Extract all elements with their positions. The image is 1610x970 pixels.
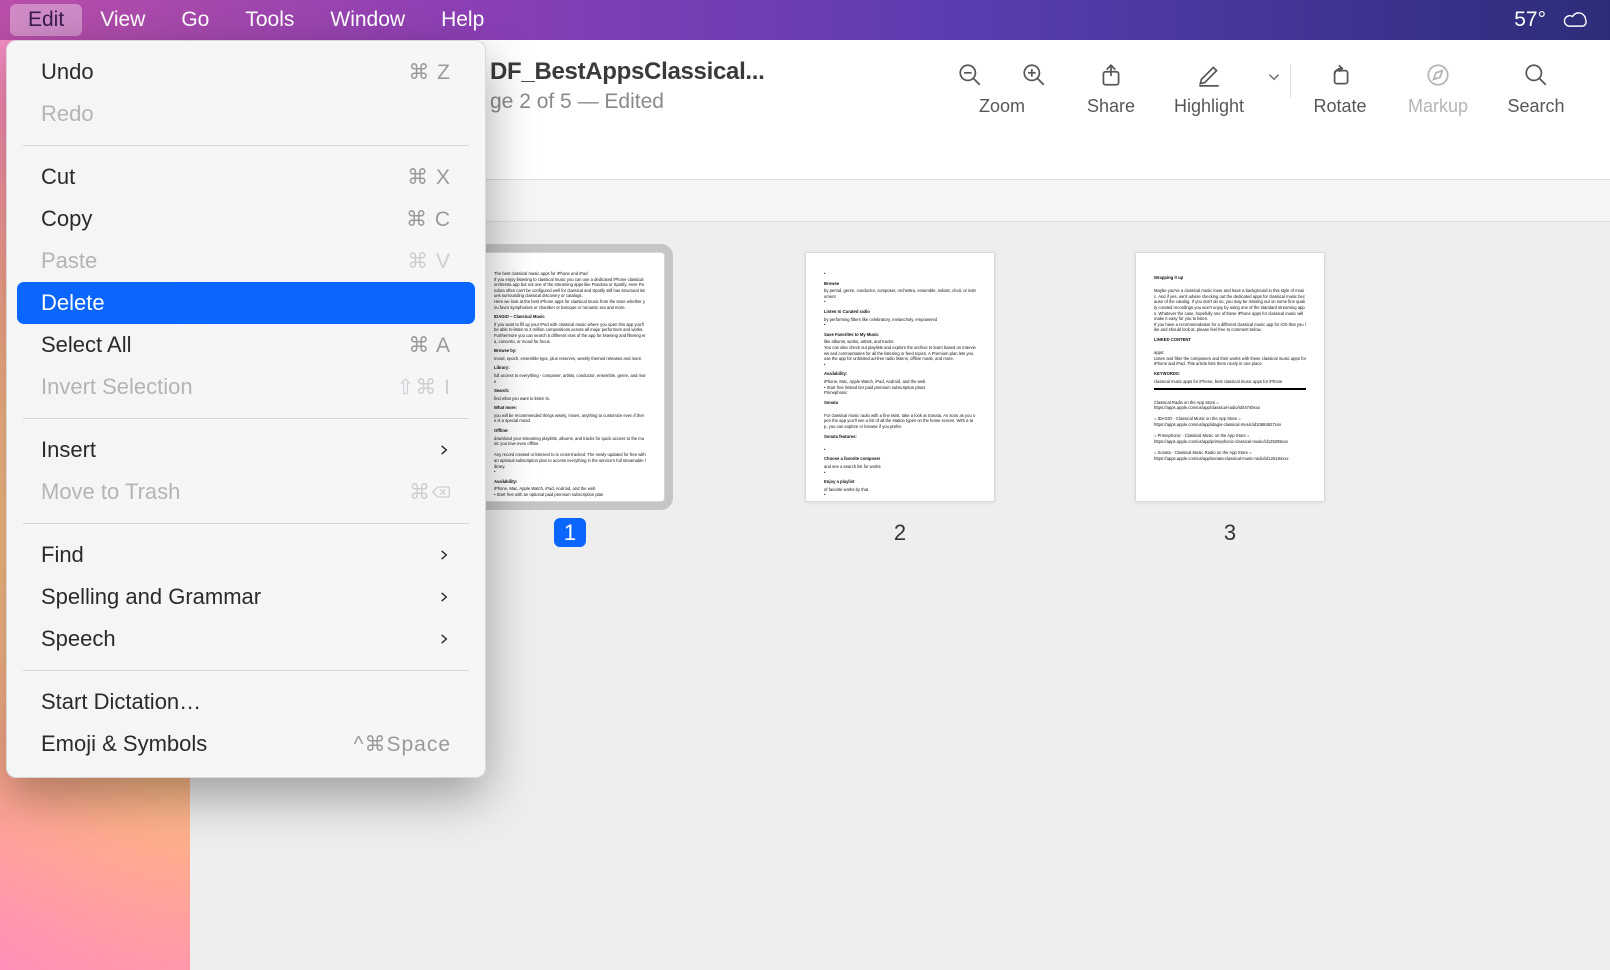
window-title: DF_BestAppsClassical... xyxy=(490,58,765,86)
menu-item-shortcut: ⌘ V xyxy=(407,249,451,274)
menu-item-label: Move to Trash xyxy=(41,479,180,505)
menu-edit[interactable]: Edit xyxy=(10,4,82,36)
menu-item-label: Start Dictation… xyxy=(41,689,201,715)
menu-item-invert-selection: Invert Selection ⇧⌘ I xyxy=(17,366,475,408)
menu-item-shortcut: ⌘ xyxy=(409,480,451,505)
menu-item-label: Copy xyxy=(41,206,92,232)
menu-go[interactable]: Go xyxy=(163,4,227,36)
menu-item-label: Emoji & Symbols xyxy=(41,731,207,757)
menu-item-move-to-trash: Move to Trash ⌘ xyxy=(17,471,475,513)
submenu-arrow-icon xyxy=(437,590,451,604)
page-thumb-2-wrap: • Browse by period, genre, conductor, co… xyxy=(805,252,995,546)
rotate-label: Rotate xyxy=(1313,96,1366,117)
menu-item-delete[interactable]: Delete xyxy=(17,282,475,324)
search-button[interactable]: Search xyxy=(1487,60,1585,117)
menu-item-paste: Paste ⌘ V xyxy=(17,240,475,282)
page-thumb-1-wrap: The best classical music apps for iPhone… xyxy=(475,252,665,546)
page-thumb-3-preview: Wrapping it up Maybe you've a classical … xyxy=(1154,271,1306,483)
toolbar: Zoom Share Highlight Rotate xyxy=(942,60,1585,117)
menu-item-label: Paste xyxy=(41,248,97,274)
page-thumb-1[interactable]: The best classical music apps for iPhone… xyxy=(475,252,665,502)
menu-tools[interactable]: Tools xyxy=(227,4,312,36)
menu-view[interactable]: View xyxy=(82,4,163,36)
menu-help[interactable]: Help xyxy=(423,4,502,36)
page-thumb-2[interactable]: • Browse by period, genre, conductor, co… xyxy=(805,252,995,502)
window-subtitle: ge 2 of 5 — Edited xyxy=(490,90,765,114)
menu-item-shortcut: ^⌘Space xyxy=(354,732,451,757)
share-button[interactable]: Share xyxy=(1062,60,1160,117)
menu-item-label: Insert xyxy=(41,437,96,463)
menu-item-label: Undo xyxy=(41,59,94,85)
title-block: DF_BestAppsClassical... ge 2 of 5 — Edit… xyxy=(490,58,765,114)
submenu-arrow-icon xyxy=(437,632,451,646)
menu-window[interactable]: Window xyxy=(312,4,423,36)
menu-item-label: Select All xyxy=(41,332,132,358)
zoom-out-button[interactable] xyxy=(955,60,985,90)
menubar-right: 57° xyxy=(1514,8,1600,32)
menu-item-label: Find xyxy=(41,542,84,568)
menu-item-insert[interactable]: Insert xyxy=(17,429,475,471)
markup-button[interactable]: Markup xyxy=(1389,60,1487,117)
highlight-label: Highlight xyxy=(1174,96,1244,117)
submenu-arrow-icon xyxy=(437,548,451,562)
rotate-button[interactable]: Rotate xyxy=(1291,60,1389,117)
markup-icon xyxy=(1423,60,1453,90)
menu-item-undo[interactable]: Undo ⌘ Z xyxy=(17,51,475,93)
zoom-group: Zoom xyxy=(942,60,1062,117)
rotate-icon xyxy=(1325,60,1355,90)
menu-item-emoji-symbols[interactable]: Emoji & Symbols ^⌘Space xyxy=(17,723,475,765)
menu-item-shortcut: ⌘ X xyxy=(407,165,451,190)
menu-item-shortcut: ⌘ C xyxy=(406,207,451,232)
menu-item-label: Spelling and Grammar xyxy=(41,584,261,610)
menu-item-redo: Redo xyxy=(17,93,475,135)
search-label: Search xyxy=(1507,96,1564,117)
markup-label: Markup xyxy=(1408,96,1468,117)
menu-bar[interactable]: Edit View Go Tools Window Help 57° xyxy=(0,0,1610,40)
page-num-3: 3 xyxy=(1224,520,1236,546)
menu-item-label: Invert Selection xyxy=(41,374,193,400)
menu-item-copy[interactable]: Copy ⌘ C xyxy=(17,198,475,240)
highlight-dropdown-chevron[interactable] xyxy=(1258,60,1290,86)
menu-item-label: Delete xyxy=(41,290,105,316)
page-thumb-3-wrap: Wrapping it up Maybe you've a classical … xyxy=(1135,252,1325,546)
highlight-icon xyxy=(1194,60,1224,90)
menu-item-cut[interactable]: Cut ⌘ X xyxy=(17,156,475,198)
menubar-weather[interactable]: 57° xyxy=(1514,8,1546,32)
menu-item-shortcut: ⌘ Z xyxy=(408,60,451,85)
highlight-button[interactable]: Highlight xyxy=(1160,60,1258,117)
menu-item-find[interactable]: Find xyxy=(17,534,475,576)
menu-separator xyxy=(23,523,469,524)
menu-item-label: Speech xyxy=(41,626,116,652)
cloud-icon[interactable] xyxy=(1562,10,1590,30)
page-thumb-1-preview: The best classical music apps for iPhone… xyxy=(494,271,646,483)
edit-menu-dropdown[interactable]: Undo ⌘ Z Redo Cut ⌘ X Copy ⌘ C Paste ⌘ V Delete Se… xyxy=(6,40,486,778)
page-num-2: 2 xyxy=(894,520,906,546)
menu-item-shortcut: ⌘ A xyxy=(408,333,451,358)
submenu-arrow-icon xyxy=(437,443,451,457)
menu-separator xyxy=(23,418,469,419)
menu-item-start-dictation[interactable]: Start Dictation… xyxy=(17,681,475,723)
menu-separator xyxy=(23,670,469,671)
zoom-in-button[interactable] xyxy=(1019,60,1049,90)
menu-separator xyxy=(23,145,469,146)
menu-item-speech[interactable]: Speech xyxy=(17,618,475,660)
menu-item-select-all[interactable]: Select All ⌘ A xyxy=(17,324,475,366)
search-icon xyxy=(1521,60,1551,90)
share-icon xyxy=(1096,60,1126,90)
share-label: Share xyxy=(1087,96,1135,117)
page-num-1: 1 xyxy=(554,520,586,546)
page-thumb-2-preview: • Browse by period, genre, conductor, co… xyxy=(824,271,976,483)
menu-item-label: Cut xyxy=(41,164,75,190)
menu-item-shortcut: ⇧⌘ I xyxy=(397,375,451,400)
menu-item-spelling-and-grammar[interactable]: Spelling and Grammar xyxy=(17,576,475,618)
menu-item-label: Redo xyxy=(41,101,94,127)
page-thumb-3[interactable]: Wrapping it up Maybe you've a classical … xyxy=(1135,252,1325,502)
zoom-label: Zoom xyxy=(979,96,1025,117)
